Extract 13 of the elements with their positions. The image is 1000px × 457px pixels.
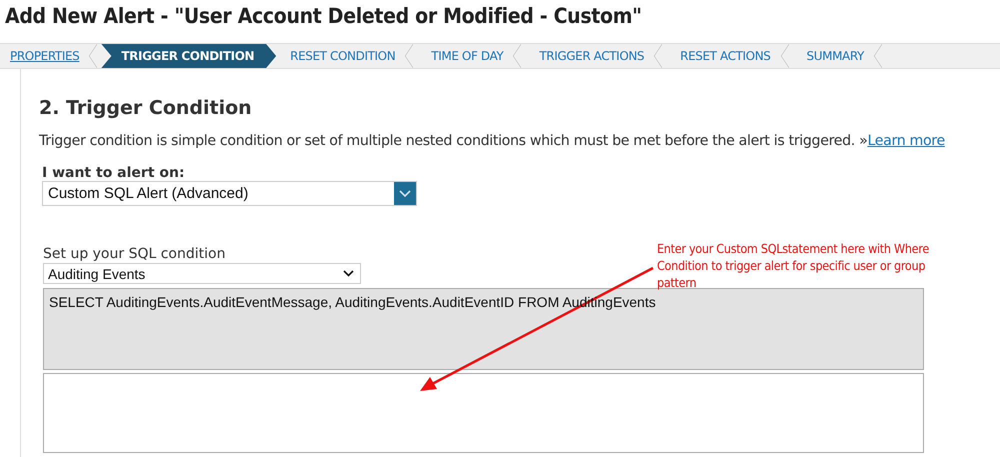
wizard-step-tab[interactable]: TRIGGER CONDITION [101, 44, 276, 68]
annotation-note: Enter your Custom SQLstatement here with Where Condition to trigger alert for specific user or group pattern [657, 240, 930, 291]
sql-where-input[interactable] [43, 373, 924, 453]
sql-table-dropdown[interactable]: Auditing Events [43, 263, 361, 284]
alert-type-dropdown[interactable]: Custom SQL Alert (Advanced) [42, 181, 417, 206]
alert-on-label: I want to alert on: [42, 165, 185, 181]
page-title: Add New Alert - "User Account Deleted or Modified - Custom" [4, 3, 643, 30]
learn-more-link[interactable]: Learn more [867, 133, 945, 149]
section-description: Trigger condition is simple condition or set of multiple nested conditions which must be met before the alert is triggered. »Learn more [39, 133, 946, 149]
chevron-down-icon [343, 270, 354, 277]
chevron-down-icon [399, 190, 411, 198]
sql-condition-label: Set up your SQL condition [43, 246, 226, 262]
section-heading: 2. Trigger Condition [39, 97, 253, 119]
